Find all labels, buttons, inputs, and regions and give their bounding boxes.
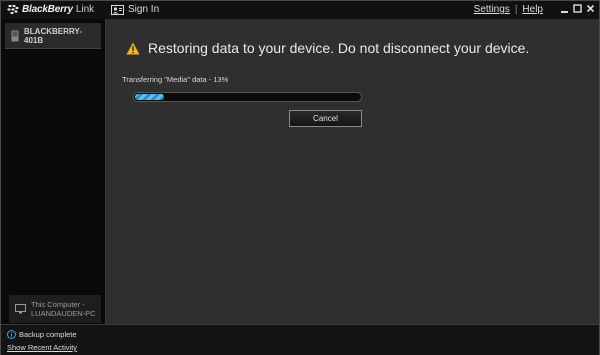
settings-link[interactable]: Settings <box>474 4 510 15</box>
computer-label: This Computer - LUANDAUDEN-PC <box>31 300 96 318</box>
brand-name: BlackBerry <box>22 4 73 15</box>
warning-icon <box>126 42 140 54</box>
computer-label-line2: LUANDAUDEN-PC <box>31 309 96 318</box>
user-card-icon <box>111 4 124 15</box>
headline-text: Restoring data to your device. Do not di… <box>148 40 530 56</box>
app-window: BlackBerry Link Sign In Settings | Help <box>0 0 600 355</box>
device-name: BLACKBERRY-401B <box>24 26 82 45</box>
progress-label: Transferring "Media" data - 13% <box>122 75 229 84</box>
title-bar: BlackBerry Link Sign In Settings | Help <box>1 1 599 19</box>
show-recent-activity-link[interactable]: Show Recent Activity <box>7 343 77 352</box>
main-panel: Restoring data to your device. Do not di… <box>106 19 599 324</box>
sidebar: BLACKBERRY-401B This Computer - LUANDAUD… <box>1 19 106 324</box>
progress-bar <box>133 92 362 102</box>
help-link[interactable]: Help <box>522 4 543 15</box>
sidebar-item-device[interactable]: BLACKBERRY-401B <box>5 23 101 49</box>
phone-icon <box>11 30 19 41</box>
maximize-icon[interactable] <box>573 3 582 14</box>
sign-in-button[interactable]: Sign In <box>111 4 159 15</box>
progress-fill <box>135 94 164 100</box>
minimize-icon[interactable] <box>560 3 569 14</box>
brand-suffix: Link <box>75 4 95 15</box>
restore-headline: Restoring data to your device. Do not di… <box>126 40 529 56</box>
close-icon[interactable] <box>586 3 595 14</box>
sidebar-item-computer[interactable]: This Computer - LUANDAUDEN-PC <box>9 295 101 323</box>
status-bar: Backup complete Show Recent Activity <box>1 324 599 355</box>
link-separator: | <box>514 4 518 15</box>
status-text: Backup complete <box>19 330 77 339</box>
top-links: Settings | Help <box>474 4 543 15</box>
sign-in-label: Sign In <box>128 4 160 15</box>
info-icon <box>7 330 16 339</box>
app-brand: BlackBerry Link <box>7 4 94 15</box>
blackberry-logo-icon <box>7 4 19 15</box>
computer-label-line1: This Computer - <box>31 300 85 309</box>
cancel-button[interactable]: Cancel <box>289 110 362 127</box>
status-message: Backup complete <box>7 330 77 339</box>
monitor-icon <box>15 304 26 314</box>
window-controls <box>560 3 595 14</box>
